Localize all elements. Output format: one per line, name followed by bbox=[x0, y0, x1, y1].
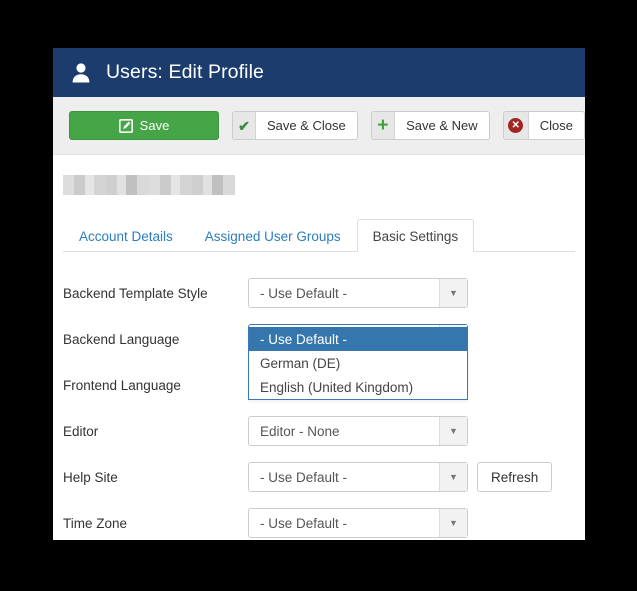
card-body: Account Details Assigned User Groups Bas… bbox=[53, 155, 585, 539]
label-backend-template-style: Backend Template Style bbox=[63, 285, 208, 301]
save-button[interactable]: Save bbox=[69, 111, 219, 140]
tab-assigned-user-groups[interactable]: Assigned User Groups bbox=[189, 219, 357, 252]
form-row-help-site: Help Site - Use Default - ▼ Refresh bbox=[53, 454, 585, 500]
redacted-subject-name bbox=[63, 175, 235, 195]
chevron-down-icon: ▼ bbox=[439, 463, 467, 491]
select-help-site[interactable]: - Use Default - ▼ bbox=[248, 462, 468, 492]
select-help-site-value: - Use Default - bbox=[260, 469, 348, 485]
close-circle-icon: ✕ bbox=[503, 112, 529, 139]
page-header: Users: Edit Profile bbox=[53, 48, 585, 97]
label-editor: Editor bbox=[63, 423, 99, 439]
select-editor[interactable]: Editor - None ▼ bbox=[248, 416, 468, 446]
backend-language-dropdown-list[interactable]: - Use Default - German (DE) English (Uni… bbox=[248, 327, 468, 400]
user-icon bbox=[70, 61, 92, 85]
dropdown-option-english-uk[interactable]: English (United Kingdom) bbox=[249, 375, 467, 399]
tab-account-details-label: Account Details bbox=[79, 228, 173, 244]
pencil-square-icon bbox=[118, 118, 133, 133]
page-title: Users: Edit Profile bbox=[106, 61, 264, 83]
select-backend-template-style-value: - Use Default - bbox=[260, 285, 348, 301]
select-time-zone[interactable]: - Use Default - ▼ bbox=[248, 508, 468, 538]
save-and-new-label: Save & New bbox=[395, 112, 489, 139]
label-backend-language: Backend Language bbox=[63, 331, 180, 347]
label-help-site: Help Site bbox=[63, 469, 118, 485]
dropdown-option-german-de-label: German (DE) bbox=[260, 355, 341, 371]
select-backend-template-style[interactable]: - Use Default - ▼ bbox=[248, 278, 468, 308]
dropdown-option-english-uk-label: English (United Kingdom) bbox=[260, 379, 414, 395]
form-row-time-zone: Time Zone - Use Default - ▼ bbox=[53, 500, 585, 540]
select-editor-value: Editor - None bbox=[260, 423, 340, 439]
form-row-backend-template-style: Backend Template Style - Use Default - ▼ bbox=[53, 270, 585, 316]
dropdown-option-german-de[interactable]: German (DE) bbox=[249, 351, 467, 375]
basic-settings-form: Backend Template Style - Use Default - ▼… bbox=[53, 252, 585, 540]
tab-bar: Account Details Assigned User Groups Bas… bbox=[63, 219, 575, 252]
dropdown-option-use-default-label: - Use Default - bbox=[260, 331, 348, 347]
tab-assigned-user-groups-label: Assigned User Groups bbox=[204, 228, 341, 244]
tab-account-details[interactable]: Account Details bbox=[63, 219, 189, 252]
edit-profile-card: Users: Edit Profile Save ✔ Save & Close bbox=[53, 48, 585, 540]
form-row-editor: Editor Editor - None ▼ bbox=[53, 408, 585, 454]
save-and-new-button[interactable]: + Save & New bbox=[370, 111, 490, 140]
screen: Users: Edit Profile Save ✔ Save & Close bbox=[0, 0, 637, 591]
tab-basic-settings-label: Basic Settings bbox=[372, 228, 459, 244]
tab-basic-settings[interactable]: Basic Settings bbox=[356, 219, 475, 252]
chevron-down-icon: ▼ bbox=[439, 279, 467, 307]
chevron-down-icon: ▼ bbox=[439, 417, 467, 445]
refresh-button-label: Refresh bbox=[491, 469, 539, 485]
dropdown-option-use-default[interactable]: - Use Default - bbox=[249, 327, 467, 351]
save-and-close-button[interactable]: ✔ Save & Close bbox=[232, 111, 358, 140]
close-button[interactable]: ✕ Close bbox=[502, 111, 585, 140]
label-time-zone: Time Zone bbox=[63, 515, 128, 531]
close-button-label: Close bbox=[528, 112, 584, 139]
select-time-zone-value: - Use Default - bbox=[260, 515, 348, 531]
label-frontend-language: Frontend Language bbox=[63, 377, 181, 393]
chevron-down-icon: ▼ bbox=[439, 509, 467, 537]
save-and-close-label: Save & Close bbox=[256, 112, 357, 139]
plus-icon: + bbox=[371, 112, 396, 139]
save-button-label: Save bbox=[139, 118, 170, 133]
check-icon: ✔ bbox=[233, 112, 256, 139]
toolbar: Save ✔ Save & Close + Save & New ✕ Close bbox=[53, 97, 585, 155]
refresh-button[interactable]: Refresh bbox=[477, 462, 553, 492]
